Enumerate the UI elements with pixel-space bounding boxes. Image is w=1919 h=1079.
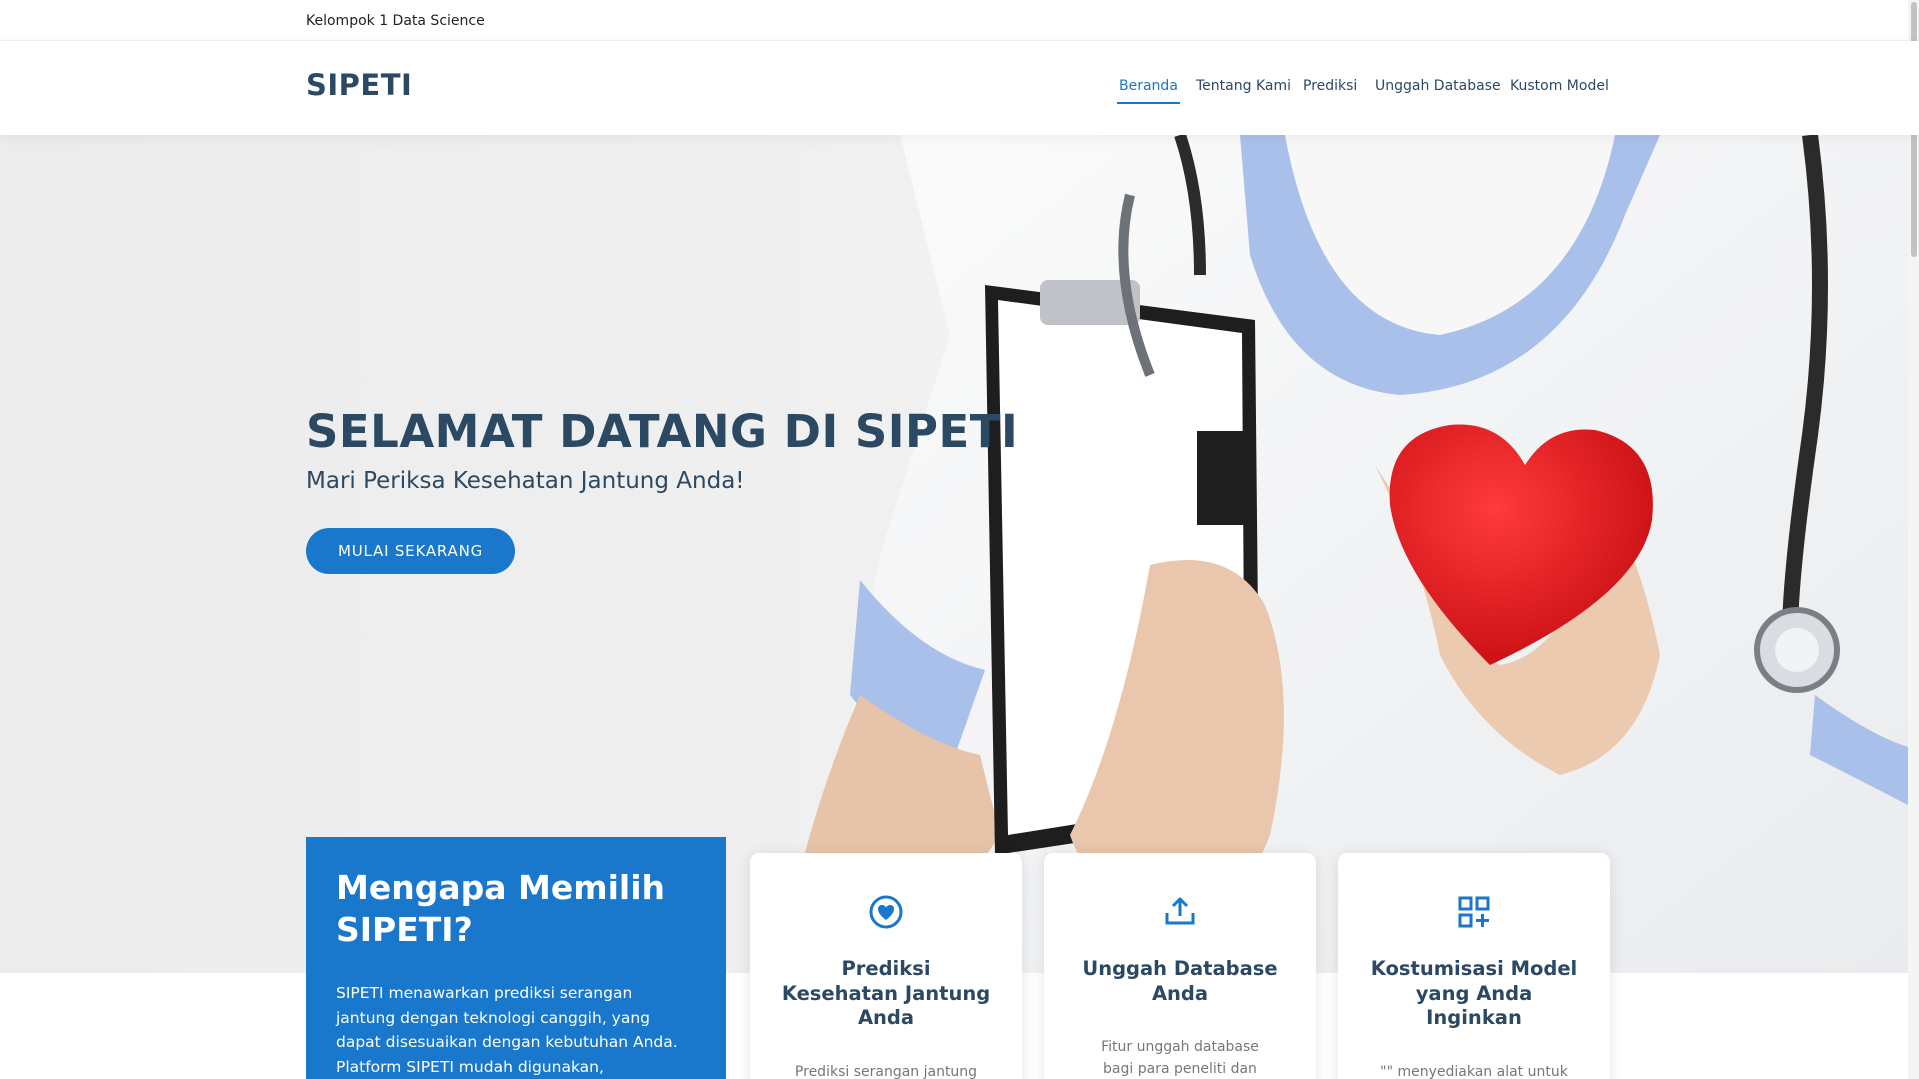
- why-text: SIPETI menawarkan prediksi serangan jant…: [336, 984, 678, 1076]
- hero-section: SELAMAT DATANG DI SIPETI Mari Periksa Ke…: [0, 135, 1908, 973]
- nav-item-kustom-model[interactable]: Kustom Model: [1510, 78, 1609, 94]
- card-title: Unggah Database Anda: [1082, 957, 1278, 1005]
- nav-item-tentang-kami[interactable]: Tentang Kami: [1196, 78, 1291, 94]
- nav-item-prediksi[interactable]: Prediksi: [1303, 78, 1357, 94]
- header: SIPETI Beranda Tentang Kami Prediksi Ung…: [0, 41, 1919, 135]
- site-logo[interactable]: SIPETI: [306, 68, 412, 102]
- card-text: Prediksi serangan jantung Anda secara di…: [794, 1063, 978, 1079]
- card-title: Prediksi Kesehatan Jantung Anda: [781, 957, 991, 1029]
- page-scrollbar[interactable]: [1908, 0, 1919, 1079]
- why-choose-box: Mengapa Memilih SIPETI? SIPETI menawarka…: [306, 837, 726, 1079]
- nav-item-beranda[interactable]: Beranda: [1117, 78, 1180, 104]
- heart-circle-icon: [869, 895, 903, 929]
- start-now-button[interactable]: MULAI SEKARANG: [306, 528, 515, 574]
- card-text: "" menyediakan alat untuk kostumisasi mo…: [1380, 1063, 1568, 1079]
- nav-item-unggah-database[interactable]: Unggah Database: [1375, 78, 1501, 94]
- feature-card-unggah[interactable]: Unggah Database Anda Fitur unggah databa…: [1044, 853, 1316, 1079]
- topbar: Kelompok 1 Data Science: [0, 0, 1919, 41]
- hero-subtitle: Mari Periksa Kesehatan Jantung Anda!: [306, 468, 745, 494]
- feature-card-kostumisasi[interactable]: Kostumisasi Model yang Anda Inginkan "" …: [1338, 853, 1610, 1079]
- feature-card-prediksi[interactable]: Prediksi Kesehatan Jantung Anda Prediksi…: [750, 853, 1022, 1079]
- upload-icon: [1165, 897, 1195, 925]
- topbar-text: Kelompok 1 Data Science: [306, 13, 485, 29]
- card-title: Kostumisasi Model yang Anda Inginkan: [1370, 957, 1578, 1029]
- grid-add-icon: [1458, 896, 1490, 928]
- card-text: Fitur unggah database bagi para peneliti…: [1101, 1039, 1259, 1077]
- hero-title: SELAMAT DATANG DI SIPETI: [306, 405, 1019, 458]
- hero-image: [780, 135, 1908, 973]
- why-title: Mengapa Memilih SIPETI?: [336, 868, 666, 949]
